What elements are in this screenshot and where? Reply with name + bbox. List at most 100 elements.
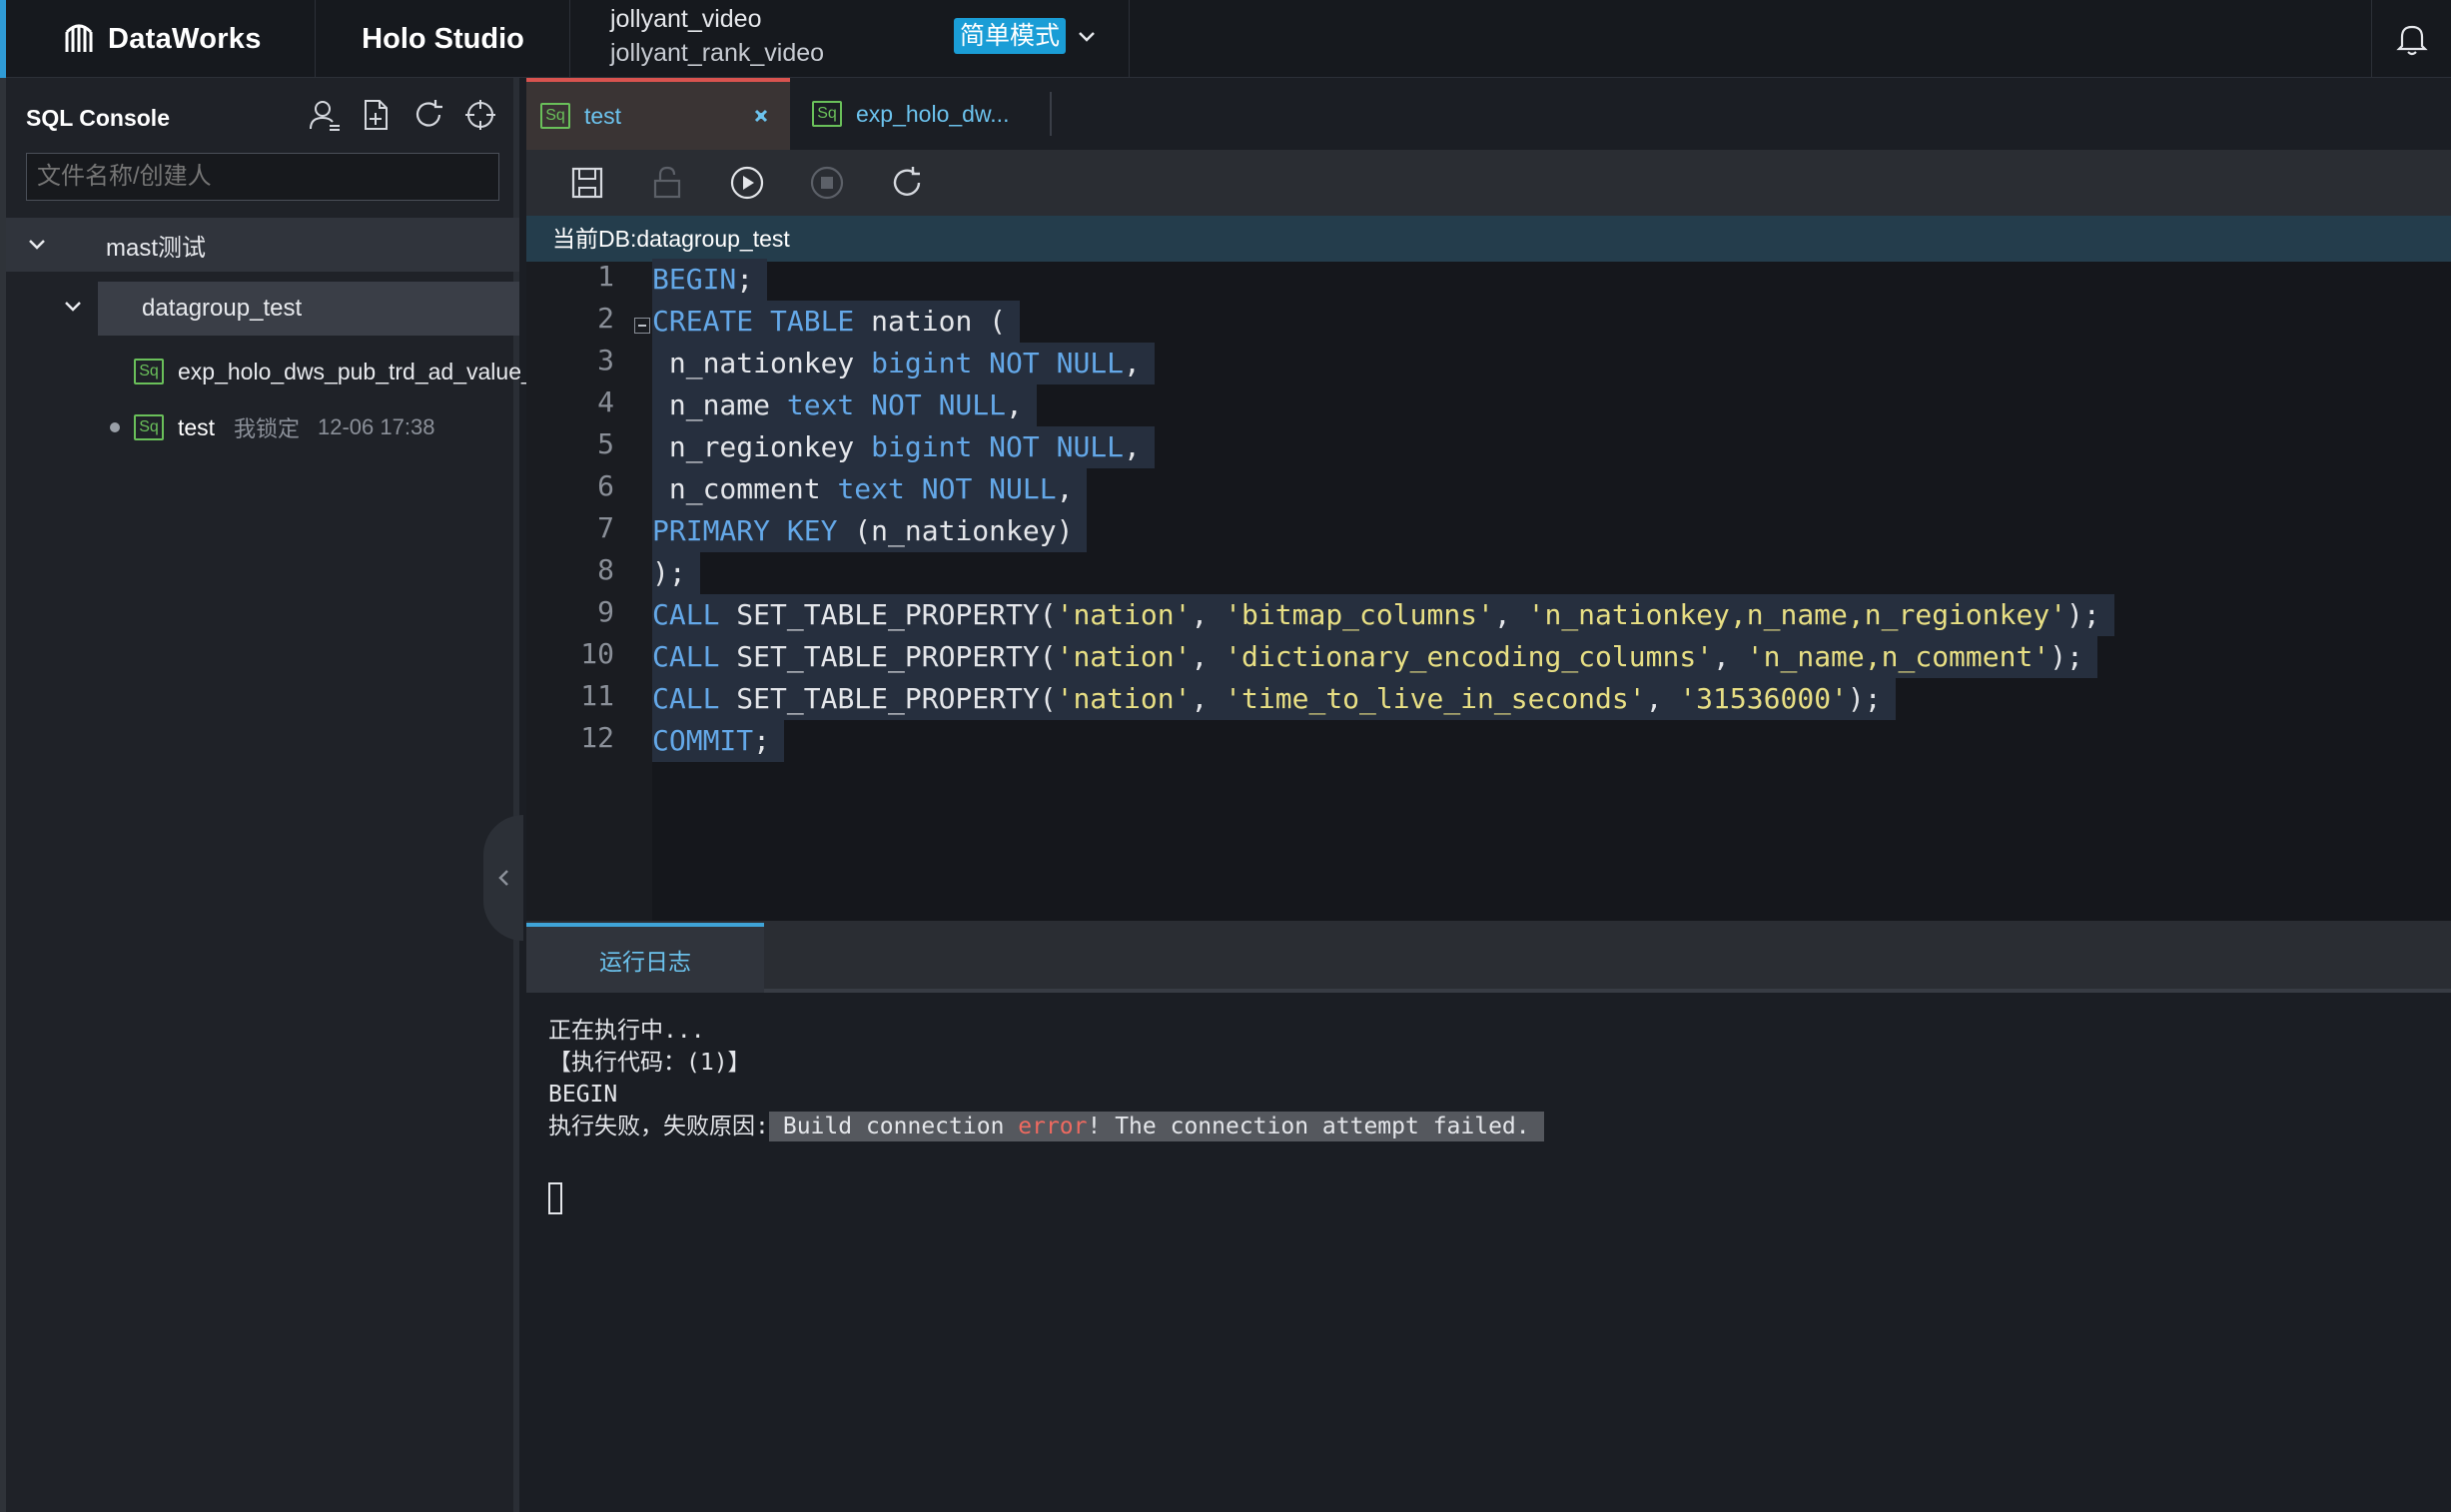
sql-text: , (1124, 430, 1141, 463)
tree-database-label: datagroup_test (142, 295, 303, 322)
sql-text: ); (2066, 598, 2100, 631)
sql-text: , (1006, 388, 1023, 421)
tab-label: exp_holo_dw... (856, 100, 1010, 127)
line-number: 4 (597, 385, 614, 418)
line-number: 12 (580, 721, 614, 754)
sql-keyword: PRIMARY KEY (652, 514, 838, 547)
current-db-label: 当前DB:datagroup_test (526, 216, 2451, 262)
sql-string: 'nation' (1056, 640, 1192, 673)
sql-keyword: CALL (652, 598, 720, 631)
sql-file-icon: Sq (134, 414, 164, 440)
chevron-down-icon[interactable] (62, 296, 84, 318)
new-file-icon[interactable] (360, 98, 394, 132)
line-number: 5 (597, 427, 614, 460)
code-line[interactable]: CALL SET_TABLE_PROPERTY('nation', 'bitma… (652, 594, 2114, 636)
sql-string: 'n_name,n_comment' (1746, 640, 2050, 673)
line-number: 7 (597, 511, 614, 544)
sql-keyword: bigint NOT NULL (871, 347, 1125, 379)
code-line[interactable]: CALL SET_TABLE_PROPERTY('nation', 'time_… (652, 678, 1896, 720)
tab-exp-holo[interactable]: Sq exp_holo_dw... (802, 92, 1052, 136)
log-panel: 运行日志 正在执行中... 【执行代码：(1)】 BEGIN 执行失败，失败原因… (526, 921, 2451, 1512)
unlock-icon[interactable] (648, 164, 686, 202)
sql-text: n_regionkey (652, 430, 872, 463)
tree-database[interactable]: datagroup_test (98, 282, 519, 336)
refresh-icon[interactable] (411, 98, 445, 132)
sql-text: SET_TABLE_PROPERTY( (719, 598, 1057, 631)
sql-keyword: COMMIT (652, 724, 754, 757)
run-icon[interactable] (728, 164, 766, 202)
sql-string: 'dictionary_encoding_columns' (1225, 640, 1714, 673)
tab-run-log[interactable]: 运行日志 (526, 923, 764, 993)
sql-keyword: text NOT NULL (786, 388, 1007, 421)
locate-icon[interactable] (463, 98, 497, 132)
refresh-icon[interactable] (888, 164, 926, 202)
tree-file[interactable]: Sq exp_holo_dws_pub_trd_ad_value_ (6, 348, 534, 395)
modified-dot-icon (110, 422, 120, 432)
code-editor[interactable]: 1 2 3 4 5 6 7 8 9 10 11 12 BEGIN; CREATE TABLE natio… (526, 259, 2451, 921)
sql-file-icon: Sq (540, 103, 570, 129)
sql-text: n_comment (652, 472, 838, 505)
sql-text: ); (2049, 640, 2083, 673)
project-selector[interactable]: jollyant_video jollyant_rank_video (610, 2, 824, 70)
tree-file-label: exp_holo_dws_pub_trd_ad_value_ (178, 358, 534, 384)
save-icon[interactable] (568, 164, 606, 202)
code-line[interactable]: PRIMARY KEY (n_nationkey) (652, 510, 1088, 552)
mode-switch[interactable]: 简单模式 (954, 18, 1098, 54)
sql-text: , (1645, 682, 1680, 715)
tree-file[interactable]: Sq test 我锁定 12-06 17:38 (6, 403, 519, 451)
lock-status: 我锁定 (234, 416, 301, 441)
brand[interactable]: DataWorks (6, 0, 316, 78)
log-error-line: 执行失败，失败原因: Build connection error! The co… (548, 1111, 1544, 1142)
stop-icon[interactable] (808, 164, 846, 202)
line-number: 11 (580, 679, 614, 712)
tab-test[interactable]: Sq test (526, 78, 790, 150)
sql-text: (n_nationkey) (837, 514, 1074, 547)
sql-text: , (1713, 640, 1747, 673)
code-line[interactable]: n_regionkey bigint NOT NULL, (652, 426, 1155, 468)
editor-tabs: Sq test Sq exp_holo_dw... (526, 78, 2451, 150)
collapse-sidebar-button[interactable] (483, 815, 523, 941)
notification-button[interactable] (2371, 0, 2451, 78)
code-line[interactable]: BEGIN; (652, 259, 768, 301)
studio-title[interactable]: Holo Studio (317, 0, 570, 78)
code-line[interactable]: CREATE TABLE nation ( (652, 301, 1021, 343)
line-number: 8 (597, 553, 614, 586)
sql-text: , (1124, 347, 1141, 379)
log-line: BEGIN (548, 1082, 618, 1108)
sql-text: , (1191, 640, 1226, 673)
pin-icon[interactable] (752, 107, 770, 125)
sql-text: ; (753, 724, 771, 757)
code-line[interactable]: COMMIT; (652, 720, 785, 762)
sql-text: , (1191, 682, 1226, 715)
code-line[interactable]: n_comment text NOT NULL, (652, 468, 1088, 510)
line-number: 3 (597, 344, 614, 377)
line-number: 9 (597, 595, 614, 628)
sql-file-icon: Sq (812, 101, 842, 127)
line-number: 1 (597, 260, 614, 293)
code-line[interactable]: n_nationkey bigint NOT NULL, (652, 343, 1155, 384)
sql-text: , (1191, 598, 1226, 631)
sql-text: ); (652, 556, 686, 589)
error-text: Build connection (782, 1114, 1019, 1139)
sql-text: n_name (652, 388, 787, 421)
top-bar: DataWorks Holo Studio jollyant_video jol… (0, 0, 2451, 78)
sql-keyword: CALL (652, 640, 720, 673)
bell-icon (2395, 25, 2428, 56)
editor-toolbar (526, 150, 2451, 216)
tree-folder[interactable]: mast测试 (6, 218, 519, 272)
sql-string: '31536000' (1679, 682, 1848, 715)
user-icon[interactable] (308, 98, 342, 132)
error-keyword: error (1018, 1114, 1088, 1139)
tab-label: test (584, 102, 622, 129)
sidebar-header: SQL Console (26, 98, 505, 138)
project-name: jollyant_video (610, 5, 762, 33)
sql-string: 'nation' (1056, 682, 1192, 715)
line-number: 6 (597, 469, 614, 502)
code-line[interactable]: n_name text NOT NULL, (652, 384, 1037, 426)
sql-text: n_nationkey (652, 347, 872, 379)
fold-toggle-icon[interactable] (634, 318, 650, 334)
file-search-input[interactable] (26, 153, 499, 201)
sql-text: ); (1847, 682, 1882, 715)
code-line[interactable]: CALL SET_TABLE_PROPERTY('nation', 'dicti… (652, 636, 2097, 678)
code-line[interactable]: ); (652, 552, 700, 594)
